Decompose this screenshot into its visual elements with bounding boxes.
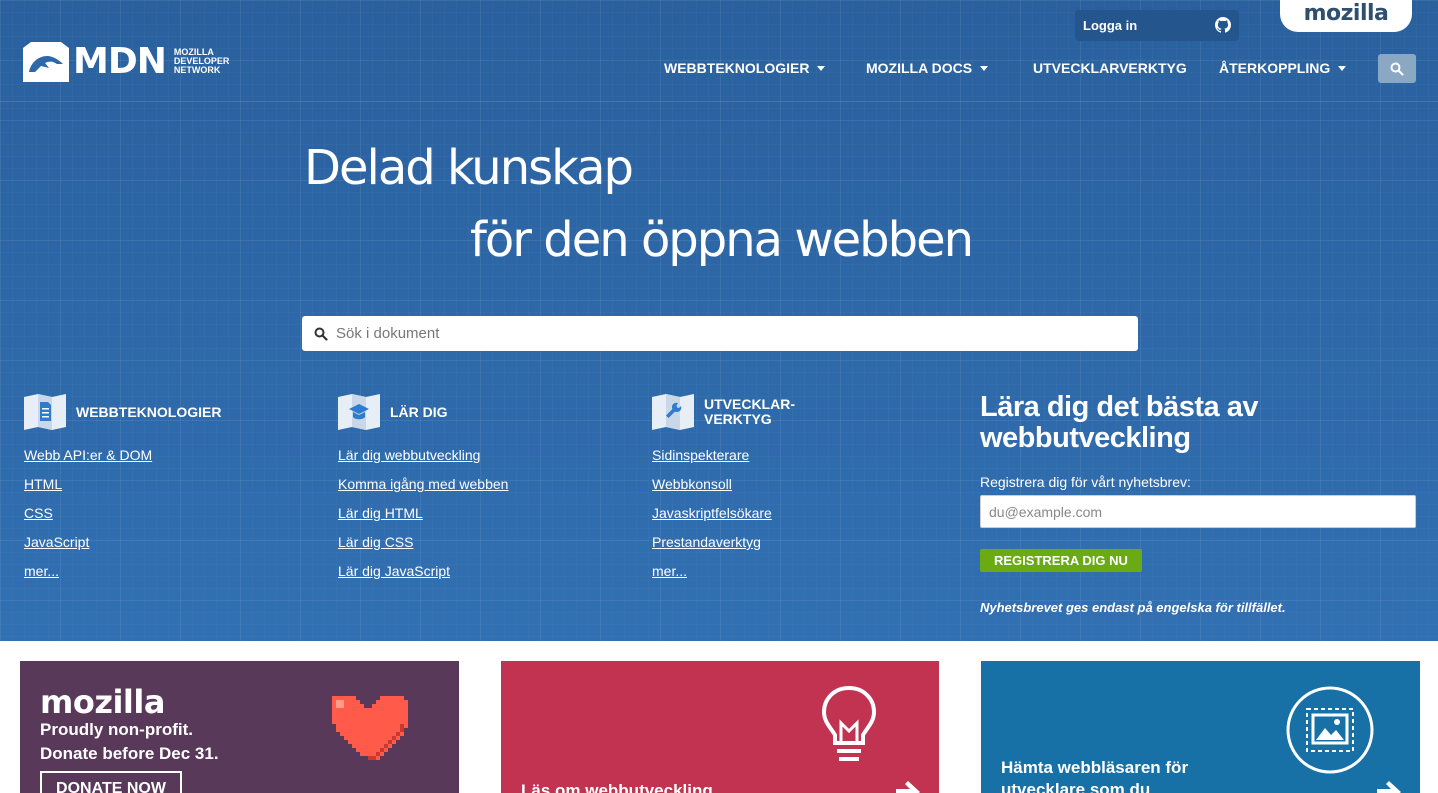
- arrow-right-icon: [1377, 781, 1401, 793]
- newsletter-label: Registrera dig för vårt nyhetsbrev:: [980, 474, 1191, 490]
- link-html[interactable]: HTML: [24, 476, 62, 492]
- column-heading: WEBBTEKNOLOGIER: [24, 394, 221, 430]
- caret-down-icon: [980, 65, 989, 71]
- main-search-box: [302, 316, 1138, 351]
- arrow-right-icon: [896, 781, 920, 793]
- promo-text: Hämta webbläsaren för: [1001, 758, 1189, 777]
- link-lar-dig-javascript[interactable]: Lär dig JavaScript: [338, 563, 450, 579]
- link-komma-igang[interactable]: Komma igång med webben: [338, 476, 508, 492]
- link-list: Sidinspekterare Webbkonsoll Javaskriptfe…: [652, 447, 795, 592]
- heart-icon: [332, 696, 408, 760]
- nav-utvecklarverktyg[interactable]: UTVECKLARVERKTYG: [1033, 60, 1187, 76]
- newsletter-heading: Lära dig det bästa av webbutveckling: [980, 392, 1416, 454]
- header-divider: [0, 101, 1438, 102]
- column-lar-dig: LÄR DIG Lär dig webbutveckling Komma igå…: [338, 394, 508, 592]
- link-lar-dig-html[interactable]: Lär dig HTML: [338, 505, 423, 521]
- column-heading: UTVECKLAR- VERKTYG: [652, 394, 795, 430]
- donate-button[interactable]: DONATE NOW: [40, 771, 182, 793]
- nav-label: UTVECKLARVERKTYG: [1033, 60, 1187, 76]
- promo-donate[interactable]: mozilla Proudly non-profit. Donate befor…: [20, 661, 459, 793]
- heading-line: Lära dig det bästa av: [980, 391, 1259, 423]
- header-search-button[interactable]: [1378, 54, 1416, 83]
- login-link[interactable]: Logga in: [1083, 18, 1137, 33]
- wrench-icon: [652, 394, 694, 430]
- heading-line: webbutveckling: [980, 422, 1191, 454]
- link-javaskriptfelsokare[interactable]: Javaskriptfelsökare: [652, 505, 772, 521]
- search-icon: [1390, 62, 1404, 76]
- promo-text: Läs om webbutveckling: [521, 781, 713, 793]
- link-lar-dig-webbutveckling[interactable]: Lär dig webbutveckling: [338, 447, 480, 463]
- link-webbkonsoll[interactable]: Webbkonsoll: [652, 476, 732, 492]
- nav-aterkoppling[interactable]: ÅTERKOPPLING: [1219, 60, 1347, 76]
- column-webbteknologier: WEBBTEKNOLOGIER Webb API:er & DOM HTML C…: [24, 394, 221, 592]
- column-heading: LÄR DIG: [338, 394, 508, 430]
- link-prestandaverktyg[interactable]: Prestandaverktyg: [652, 534, 761, 550]
- heading-line: VERKTYG: [704, 411, 772, 427]
- column-heading-text: WEBBTEKNOLOGIER: [76, 403, 222, 420]
- promo-text: Proudly non-profit.: [40, 720, 193, 739]
- mozilla-tab[interactable]: mozilla: [1280, 0, 1412, 32]
- nav-label: WEBBTEKNOLOGIER: [664, 60, 810, 76]
- login-bar: Logga in: [1075, 10, 1239, 41]
- tagline-line-1: Delad kunskap: [304, 140, 634, 196]
- heading-line: UTVECKLAR-: [704, 396, 795, 412]
- promo-text: Donate before Dec 31.: [40, 744, 219, 763]
- mozilla-tab-label: mozilla: [1303, 1, 1389, 26]
- link-list: Lär dig webbutveckling Komma igång med w…: [338, 447, 508, 592]
- main-search-input[interactable]: [336, 325, 1116, 342]
- link-lar-dig-css[interactable]: Lär dig CSS: [338, 534, 413, 550]
- nav-label: ÅTERKOPPLING: [1219, 60, 1331, 76]
- register-button[interactable]: REGISTRERA DIG NU: [980, 549, 1142, 572]
- tagline-line-2: för den öppna webben: [470, 212, 974, 268]
- promo-firefox[interactable]: Hämta webbläsaren för utvecklare som du: [981, 661, 1420, 793]
- link-more[interactable]: mer...: [24, 563, 59, 579]
- column-heading-text: UTVECKLAR- VERKTYG: [704, 397, 795, 427]
- link-webb-api[interactable]: Webb API:er & DOM: [24, 447, 152, 463]
- promo-text: utvecklare som du: [1001, 780, 1151, 793]
- link-javascript[interactable]: JavaScript: [24, 534, 89, 550]
- link-css[interactable]: CSS: [24, 505, 53, 521]
- link-more[interactable]: mer...: [652, 563, 687, 579]
- graduation-cap-icon: [338, 394, 380, 430]
- main-nav: WEBBTEKNOLOGIER MOZILLA DOCS UTVECKLARVE…: [0, 60, 1438, 80]
- caret-down-icon: [1338, 65, 1347, 71]
- newsletter-signup: Lära dig det bästa av webbutveckling Regi…: [980, 392, 1416, 615]
- email-field[interactable]: [980, 495, 1416, 528]
- github-icon[interactable]: [1215, 17, 1231, 33]
- nav-webbteknologier[interactable]: WEBBTEKNOLOGIER: [664, 60, 826, 76]
- nav-mozilla-docs[interactable]: MOZILLA DOCS: [866, 60, 989, 76]
- search-icon: [314, 327, 328, 341]
- lightbulb-icon: [821, 685, 877, 761]
- image-frame-icon: [1286, 686, 1374, 774]
- column-heading-text: LÄR DIG: [390, 403, 448, 420]
- newsletter-note: Nyhetsbrevet ges endast på engelska för …: [980, 600, 1286, 615]
- promo-learn[interactable]: Läs om webbutveckling: [501, 661, 939, 793]
- column-utvecklarverktyg: UTVECKLAR- VERKTYG Sidinspekterare Webbko…: [652, 394, 795, 592]
- hero-banner: Logga in mozilla MDN MOZILLA DEVELOPER N…: [0, 0, 1438, 641]
- link-list: Webb API:er & DOM HTML CSS JavaScript me…: [24, 447, 221, 592]
- document-icon: [24, 394, 66, 430]
- caret-down-icon: [817, 65, 826, 71]
- mozilla-wordmark: mozilla: [40, 683, 165, 721]
- link-sidinspekterare[interactable]: Sidinspekterare: [652, 447, 749, 463]
- nav-label: MOZILLA DOCS: [866, 60, 973, 76]
